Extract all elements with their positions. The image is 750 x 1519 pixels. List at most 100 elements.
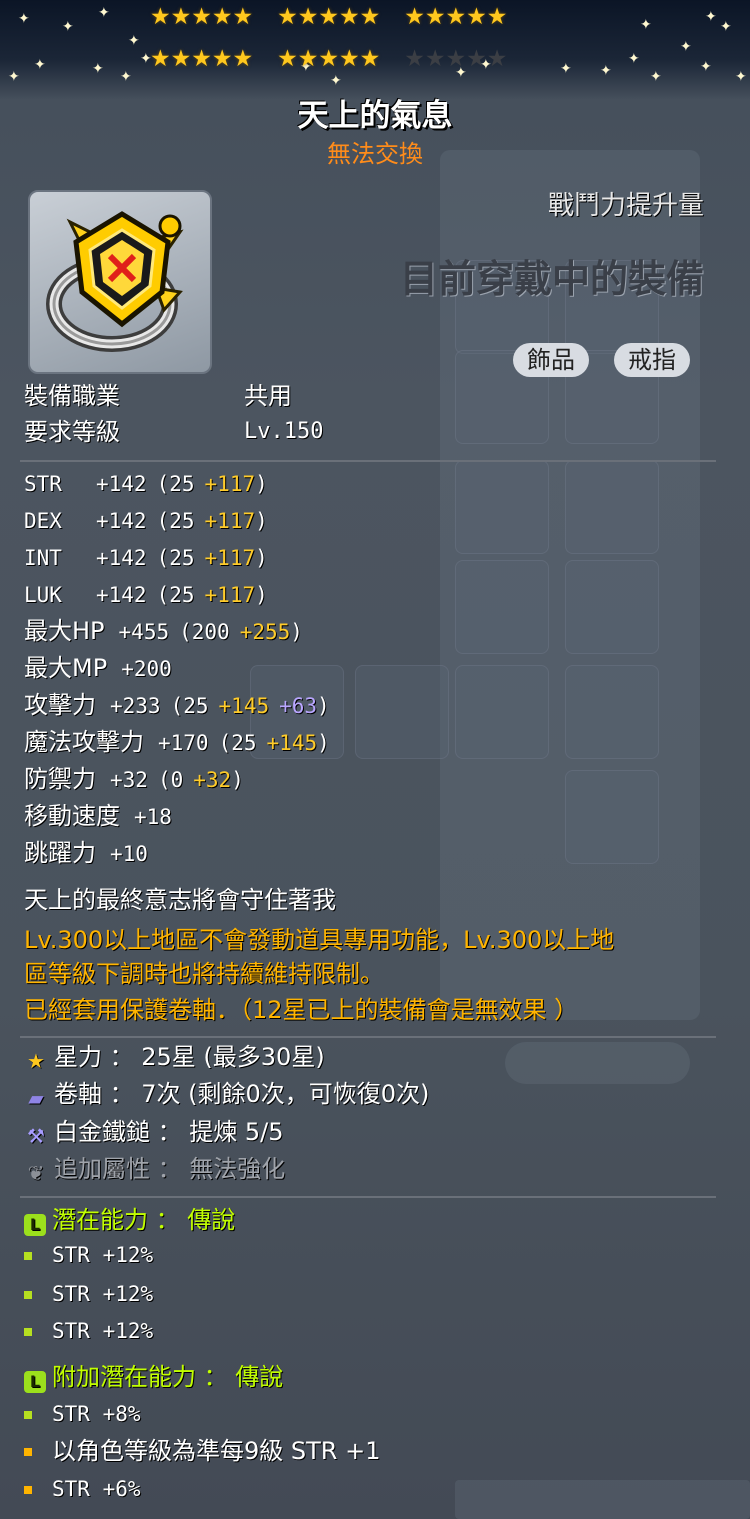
stat-label: 跳躍力 — [24, 839, 96, 867]
stat-total: +233 — [110, 694, 161, 718]
star-filled-icon: ★ — [486, 4, 508, 30]
stat-label: INT — [24, 546, 62, 570]
star-empty-icon: ★ — [445, 46, 467, 72]
sparkle-icon: ✦ — [34, 57, 46, 73]
stat-row: DEX +142 (25 +117) — [24, 505, 268, 536]
stat-bonus-scroll: +117 — [204, 509, 256, 533]
stat-row: 跳躍力 +10 — [24, 838, 158, 869]
stat-base: 200 — [191, 620, 230, 644]
stat-label: 移動速度 — [24, 802, 120, 830]
stat-paren: ) — [255, 472, 268, 496]
legendary-icon: L — [24, 1371, 46, 1393]
sparkle-icon: ✦ — [560, 61, 572, 77]
stat-total: +18 — [134, 805, 172, 829]
stat-base: 25 — [169, 472, 195, 496]
stat-paren: ) — [255, 583, 268, 607]
star-filled-icon: ★ — [404, 4, 425, 30]
potential-line: STR +12% — [24, 1279, 153, 1309]
star-icon: ★ — [27, 1049, 45, 1073]
restriction-text: 區等級下調時也將持續維持限制。 — [24, 960, 384, 988]
star-filled-icon: ★ — [297, 4, 319, 30]
stat-label: LUK — [24, 583, 62, 607]
sparkle-icon: ✦ — [720, 19, 732, 35]
stat-row: 移動速度 +18 — [24, 801, 182, 832]
additional-potential-line-text: STR +8% — [52, 1402, 141, 1426]
additional-potential-line-text: STR +6% — [52, 1477, 141, 1501]
item-name: 天上的氣息 — [297, 98, 453, 134]
requirement-value: 共用 — [244, 382, 292, 410]
trade-status: 無法交換 — [327, 140, 423, 168]
stat-row: 魔法攻擊力 +170 (25 +145) — [24, 727, 330, 758]
background-slot — [455, 560, 549, 654]
requirement-row: 要求等級 Lv.150 — [24, 417, 624, 447]
star-filled-icon: ★ — [277, 4, 298, 30]
item-icon-frame — [28, 190, 212, 374]
stat-label: 魔法攻擊力 — [24, 728, 144, 756]
requirement-label: 裝備職業 — [24, 382, 120, 410]
sparkle-icon: ✦ — [640, 17, 652, 33]
stat-bonus-scroll: +117 — [204, 583, 256, 607]
stat-paren: ) — [255, 509, 268, 533]
background-slot — [455, 665, 549, 759]
stat-total: +170 — [158, 731, 209, 755]
combat-power-label: 戰鬥力提升量 — [547, 191, 704, 221]
star-filled-icon: ★ — [359, 4, 381, 30]
potential-title: L 潛在能力 ： 傳說 — [24, 1205, 235, 1236]
stat-bonus-scroll: +145 — [218, 694, 270, 718]
requirement-label: 要求等級 — [24, 418, 120, 446]
stat-paren: ( — [157, 768, 171, 792]
star-filled-icon: ★ — [170, 4, 192, 30]
stat-bonus-scroll: +145 — [266, 731, 318, 755]
stat-row: INT +142 (25 +117) — [24, 542, 268, 573]
enhancement-label: 追加屬性 ： 無法強化 — [54, 1155, 286, 1183]
additional-potential-title-text: 附加潛在能力 ： 傳說 — [52, 1363, 284, 1391]
background-slot — [565, 770, 659, 864]
stat-base: 25 — [169, 546, 195, 570]
enhancement-row: ▰ 卷軸 ： 7次 (剩餘0次，可恢復0次) — [24, 1079, 429, 1110]
legendary-icon: L — [24, 1214, 46, 1236]
bullet-icon — [24, 1448, 32, 1456]
additional-potential-line-text: 以角色等級為準每9級 STR +1 — [52, 1437, 381, 1465]
enhancement-row: ❦ 追加屬性 ： 無法強化 — [24, 1154, 286, 1185]
sparkle-icon: ✦ — [680, 39, 692, 55]
hammer-icon: ⚒ — [27, 1124, 45, 1148]
star-filled-icon: ★ — [318, 46, 339, 72]
stat-paren: ( — [156, 546, 170, 570]
scroll-icon: ▰ — [28, 1086, 44, 1110]
equipped-label: 目前穿戴中的裝備 — [399, 257, 704, 301]
stat-label: STR — [24, 472, 62, 496]
stat-total: +142 — [96, 472, 147, 496]
star-empty-icon: ★ — [404, 46, 425, 72]
category-tag-ring: 戒指 — [614, 343, 690, 377]
background-slot — [565, 560, 659, 654]
star-force-row: ★★★★★ ★★★★★ ★★★★★ — [150, 46, 507, 72]
star-filled-icon: ★ — [150, 46, 171, 72]
star-filled-icon: ★ — [211, 4, 233, 30]
background-button — [505, 1042, 690, 1084]
star-filled-icon: ★ — [170, 46, 192, 72]
additional-potential-line: STR +6% — [24, 1474, 141, 1504]
potential-line-text: STR +12% — [52, 1319, 154, 1343]
stat-total: +142 — [96, 583, 147, 607]
additional-potential-title: L 附加潛在能力 ： 傳說 — [24, 1362, 283, 1393]
stat-paren: ) — [290, 620, 303, 644]
stat-total: +455 — [118, 620, 170, 644]
background-slot — [565, 460, 659, 554]
sparkle-icon: ✦ — [18, 11, 30, 27]
bullet-icon — [24, 1411, 32, 1419]
bullet-icon — [24, 1486, 32, 1494]
enhancement-label: 卷軸 ： 7次 (剩餘0次，可恢復0次) — [54, 1080, 430, 1108]
leaf-icon: ❦ — [27, 1161, 45, 1185]
sparkle-icon: ✦ — [8, 69, 20, 85]
bullet-icon — [24, 1252, 32, 1260]
requirement-row: 裝備職業 共用 — [24, 381, 624, 411]
star-empty-icon: ★ — [424, 46, 446, 72]
stat-bonus-scroll: +117 — [204, 472, 256, 496]
stat-row: 攻擊力 +233 (25 +145 +63) — [24, 690, 330, 721]
stat-total: +142 — [96, 546, 147, 570]
sparkle-icon: ✦ — [735, 69, 747, 85]
sparkle-icon: ✦ — [62, 19, 74, 35]
star-filled-icon: ★ — [339, 46, 360, 72]
bullet-icon — [24, 1328, 32, 1336]
background-slot — [355, 665, 449, 759]
